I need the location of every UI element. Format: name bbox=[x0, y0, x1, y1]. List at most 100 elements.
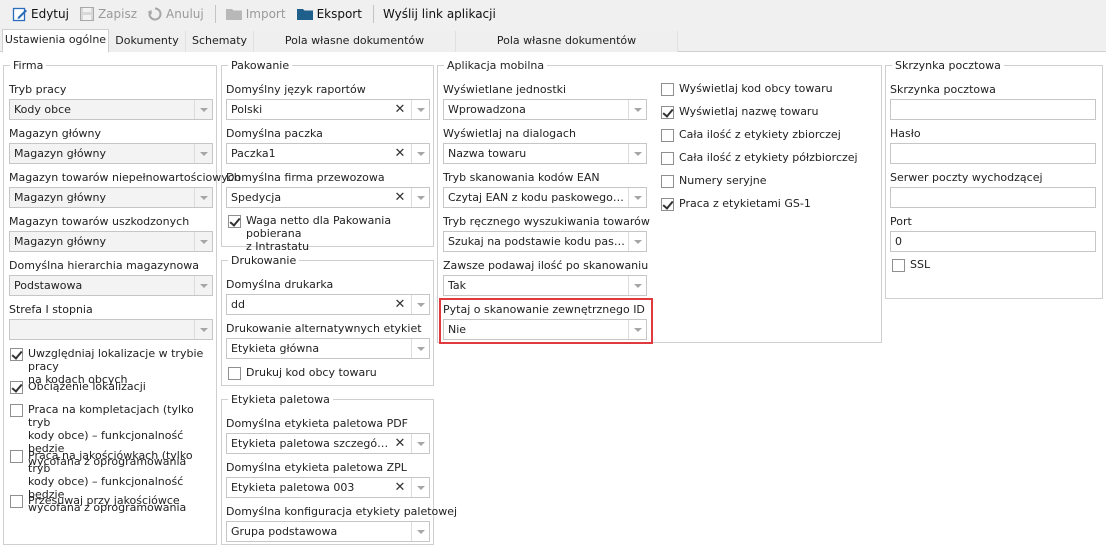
export-button[interactable]: Eksport bbox=[292, 2, 366, 26]
dropdown-arrow-icon[interactable] bbox=[628, 188, 646, 207]
group-company-title: Firma bbox=[10, 59, 47, 72]
checkbox-unchecked-icon[interactable] bbox=[10, 450, 23, 463]
dropdown-arrow-icon[interactable] bbox=[411, 100, 429, 119]
dropdown-arrow-icon[interactable] bbox=[411, 295, 429, 314]
clear-icon[interactable]: ✕ bbox=[390, 478, 410, 497]
dropdown-arrow-icon[interactable] bbox=[194, 100, 212, 119]
tab-general-settings[interactable]: Ustawienia ogólne bbox=[2, 29, 109, 53]
dropdown-arrow-icon[interactable] bbox=[411, 188, 429, 207]
edit-button[interactable]: Edytuj bbox=[8, 2, 73, 26]
port-label: Port bbox=[890, 215, 912, 228]
checkbox-checked-icon[interactable] bbox=[10, 348, 23, 361]
checkbox-checked-icon[interactable] bbox=[661, 198, 674, 211]
checkbox-unchecked-icon[interactable] bbox=[661, 83, 674, 96]
net-weight-checkbox[interactable]: Waga netto dla Pakowania pobierana z Intr… bbox=[228, 214, 433, 253]
dialog-display-label: Wyświetlaj na dialogach bbox=[443, 127, 576, 140]
location-load-checkbox[interactable]: Obciążenie lokalizacji bbox=[10, 380, 146, 394]
dropdown-arrow-icon[interactable] bbox=[628, 232, 646, 251]
checkbox-unchecked-icon[interactable] bbox=[10, 404, 23, 417]
dropdown-arrow-icon[interactable] bbox=[194, 144, 212, 163]
full-qty-semi-collective-checkbox[interactable]: Cała ilość z etykiety półzbiorczej bbox=[661, 151, 858, 165]
zone-first-level-select[interactable] bbox=[9, 319, 213, 340]
tab-documents[interactable]: Dokumenty bbox=[109, 31, 186, 52]
ean-scan-mode-select[interactable]: Czytaj EAN z kodu paskowego, kod obcy bbox=[443, 187, 647, 208]
group-company: Firma Tryb pracy Kody obce Magazyn główn… bbox=[3, 59, 241, 545]
checkbox-unchecked-icon[interactable] bbox=[661, 175, 674, 188]
checkbox-checked-icon[interactable] bbox=[10, 381, 23, 394]
checkbox-checked-icon[interactable] bbox=[228, 215, 241, 228]
warehouse-hierarchy-label: Domyślna hierarchia magazynowa bbox=[9, 259, 199, 272]
ssl-checkbox[interactable]: SSL bbox=[892, 258, 930, 272]
dialog-display-select[interactable]: Nazwa towaru bbox=[443, 143, 647, 164]
port-input[interactable]: 0 bbox=[890, 231, 1096, 252]
clear-icon[interactable]: ✕ bbox=[390, 434, 410, 453]
print-foreign-code-checkbox[interactable]: Drukuj kod obcy towaru bbox=[228, 366, 377, 380]
gs1-labels-checkbox[interactable]: Praca z etykietami GS-1 bbox=[661, 197, 811, 211]
checkbox-unchecked-icon[interactable] bbox=[892, 259, 905, 272]
cancel-button[interactable]: Anuluj bbox=[143, 2, 208, 26]
dropdown-arrow-icon[interactable] bbox=[194, 320, 212, 339]
tab-custom-fields-trade[interactable]: Pola własne dokumentów handlowych bbox=[254, 31, 456, 67]
show-foreign-code-checkbox[interactable]: Wyświetlaj kod obcy towaru bbox=[661, 82, 833, 96]
clear-icon[interactable]: ✕ bbox=[390, 295, 410, 314]
clear-icon[interactable]: ✕ bbox=[390, 100, 410, 119]
import-label: Import bbox=[245, 7, 286, 21]
checkbox-unchecked-icon[interactable] bbox=[661, 129, 674, 142]
mailbox-input[interactable] bbox=[890, 99, 1096, 120]
main-warehouse-select[interactable]: Magazyn główny bbox=[9, 143, 213, 164]
checkbox-unchecked-icon[interactable] bbox=[661, 152, 674, 165]
password-input[interactable] bbox=[890, 143, 1096, 164]
group-mailbox-title: Skrzynka pocztowa bbox=[892, 59, 1004, 72]
send-app-link-button[interactable]: Wyślij link aplikacji bbox=[379, 2, 500, 26]
dropdown-arrow-icon[interactable] bbox=[194, 232, 212, 251]
damaged-warehouse-select[interactable]: Magazyn główny bbox=[9, 231, 213, 252]
substandard-warehouse-select[interactable]: Magazyn główny bbox=[9, 187, 213, 208]
warehouse-hierarchy-select[interactable]: Podstawowa bbox=[9, 275, 213, 296]
toolbar: Edytuj Zapisz Anuluj Import Eksport Wyśl… bbox=[0, 0, 1106, 28]
smtp-server-input[interactable] bbox=[890, 187, 1096, 208]
folder-icon bbox=[225, 9, 242, 20]
mailbox-label: Skrzynka pocztowa bbox=[890, 83, 996, 96]
dropdown-arrow-icon[interactable] bbox=[411, 522, 429, 541]
quantity-after-scan-select[interactable]: Tak bbox=[443, 275, 647, 296]
checkbox-checked-icon[interactable] bbox=[661, 106, 674, 119]
dropdown-arrow-icon[interactable] bbox=[194, 188, 212, 207]
dropdown-arrow-icon[interactable] bbox=[194, 276, 212, 295]
work-mode-select[interactable]: Kody obce bbox=[9, 99, 213, 120]
full-qty-collective-checkbox[interactable]: Cała ilość z etykiety zbiorczej bbox=[661, 128, 841, 142]
group-packing-title: Pakowanie bbox=[228, 59, 293, 72]
alternative-labels-select[interactable]: Etykieta główna bbox=[226, 338, 430, 359]
manual-search-select[interactable]: Szukaj na podstawie kodu paskowego bbox=[443, 231, 647, 252]
checkbox-unchecked-icon[interactable] bbox=[228, 367, 241, 380]
clear-icon[interactable]: ✕ bbox=[390, 144, 410, 163]
default-package-select[interactable]: Paczka1 ✕ bbox=[226, 143, 430, 164]
import-button[interactable]: Import bbox=[221, 2, 290, 26]
units-select[interactable]: Wprowadzona bbox=[443, 99, 647, 120]
move-at-quality-checkbox[interactable]: Przesuwaj przy jakościówce bbox=[10, 494, 180, 508]
show-product-name-checkbox[interactable]: Wyświetlaj nazwę towaru bbox=[661, 105, 818, 119]
dropdown-arrow-icon[interactable] bbox=[411, 434, 429, 453]
serial-numbers-checkbox[interactable]: Numery seryjne bbox=[661, 174, 767, 188]
pallet-zpl-select[interactable]: Etykieta paletowa 003 ✕ bbox=[226, 477, 430, 498]
pallet-config-select[interactable]: Grupa podstawowa bbox=[226, 521, 430, 542]
tab-custom-fields-warehouse[interactable]: Pola własne dokumentów magazynowych bbox=[456, 31, 678, 67]
pencil-icon bbox=[12, 7, 27, 22]
report-language-select[interactable]: Polski ✕ bbox=[226, 99, 430, 120]
dropdown-arrow-icon[interactable] bbox=[411, 478, 429, 497]
pallet-pdf-select[interactable]: Etykieta paletowa szczegółowa 003✕ bbox=[226, 433, 430, 454]
quantity-after-scan-label: Zawsze podawaj ilość po skanowaniu bbox=[443, 259, 649, 272]
show-product-name-label: Wyświetlaj nazwę towaru bbox=[679, 105, 819, 118]
dropdown-arrow-icon[interactable] bbox=[628, 276, 646, 295]
units-label: Wyświetlane jednostki bbox=[443, 83, 567, 96]
tab-schemes[interactable]: Schematy bbox=[186, 31, 254, 52]
clear-icon[interactable]: ✕ bbox=[390, 188, 410, 207]
carrier-select[interactable]: Spedycja ✕ bbox=[226, 187, 430, 208]
dropdown-arrow-icon[interactable] bbox=[628, 100, 646, 119]
save-button[interactable]: Zapisz bbox=[75, 2, 141, 26]
default-printer-select[interactable]: dd ✕ bbox=[226, 294, 430, 315]
dropdown-arrow-icon[interactable] bbox=[411, 339, 429, 358]
manual-search-label: Tryb ręcznego wyszukiwania towarów bbox=[443, 215, 650, 228]
dropdown-arrow-icon[interactable] bbox=[628, 144, 646, 163]
checkbox-unchecked-icon[interactable] bbox=[10, 495, 23, 508]
dropdown-arrow-icon[interactable] bbox=[411, 144, 429, 163]
